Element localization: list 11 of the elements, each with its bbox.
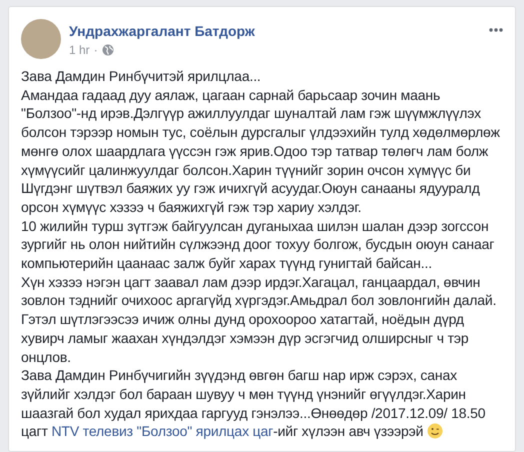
post-paragraph: Хүн хэзээ нэгэн цагт заавал лам дээр ирдэг.Хагацал, ганцаардал, өвчин зовлон тэднийг очихоос аргагүйд хүргэдэг.Амьдрал бол зовлонгийн далай. Гэтэл шүтлэгээсээ ичиж олны дунд орохоороо хатагтай, ноёдын дүрд хувирч ламыг жаахан хүндэлдэг хэмээн дүр эсгэгчид олширсныг ч тэр онцлов. bbox=[21, 272, 498, 366]
post-paragraph: Зава Дамдин Ринбүчигийн зүүдэнд өвгөн багш нар ирж сэрэх, санах зүйлийг хэлдэг бол бараан шувуу ч мөн түүнд үнэнийг өгүүлдэг.Харин шаазгай бол худал ярихдаа гаргууд гэнэлээ...Өнөөдөр /2017.12.09/ 18.50 цагт NTV телевиз "Болзоо" ярилцах цаг-ийг хүлээн авч үзээрэй bbox=[21, 366, 486, 442]
separator: · bbox=[94, 43, 98, 57]
hashtag-link[interactable]: NTV телевиз "Болзоо" ярилцах цаг bbox=[51, 423, 274, 440]
globe-icon bbox=[102, 44, 114, 56]
post-paragraph: 10 жилийн турш зүтгэж байгуулсан дуганыхаа шилэн шалан дээр зогссон зургийг нь олон нийтийн сүлжээнд доог тохуу болгож, бусдын оюун санааг компьютерийн цаанаас залж буйг харах түүнд гунигтай байсан... bbox=[21, 216, 496, 273]
author-name[interactable]: Ундрахжаргалант Батдорж bbox=[69, 22, 255, 40]
winking-face-icon bbox=[427, 423, 444, 440]
more-options-icon[interactable] bbox=[489, 28, 503, 32]
post-paragraph: Зава Дамдин Ринбүчитэй ярилцлаа... bbox=[21, 67, 262, 86]
post-paragraph: Амандаа гадаад дуу аялаж, цагаан сарнай барьсаар зочин маань "Болзоо"-нд ирэв.Дэлгүүр ажиллуулдаг шуналтай лам гэж шүүмжлүүлэх болсон тэрээр номын тус, соёлын дурсгалыг үлдээхийн тулд хөдөлмөрлөж мөнгө олох шаардлага үүссэн гэж ярив.Одоо тэр татвар төлөгч лам болж хүмүүсийг цалинжуулдаг болсон.Харин түүнийг зорин очсон хүмүүс би Шүгдэнг шүтвэл баяжих уу гэж ичихгүй асуудаг.Оюун санааны ядууралд орсон хүмүүс хэзээ ч баяжихгүй гэж тэр хариу хэлдэг. bbox=[21, 86, 501, 217]
